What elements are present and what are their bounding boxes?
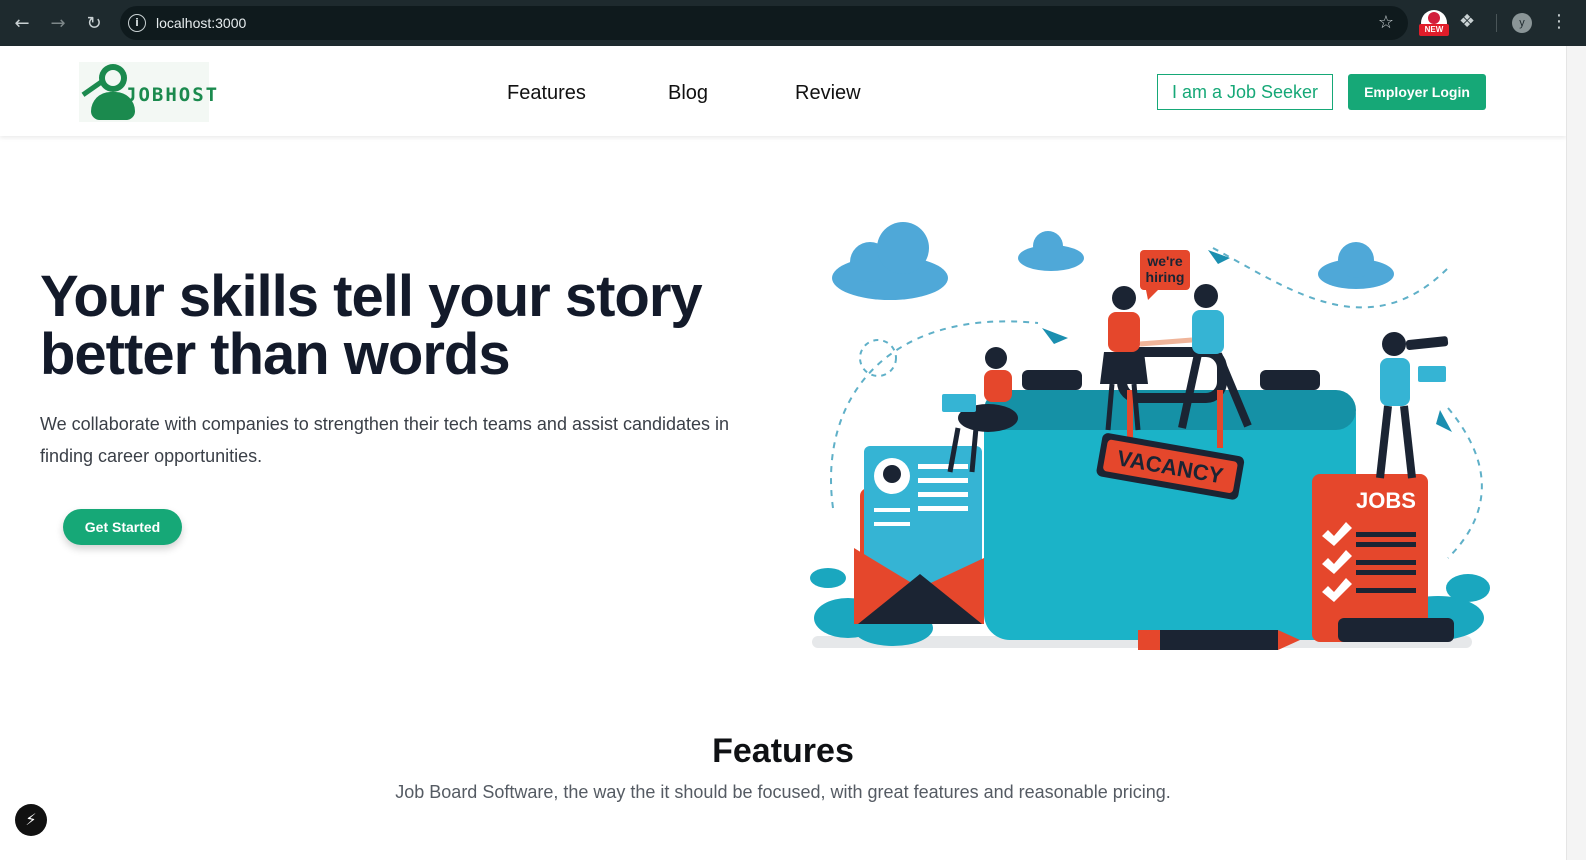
- reload-icon[interactable]: ↻: [76, 5, 112, 41]
- employer-login-button[interactable]: Employer Login: [1348, 74, 1486, 110]
- page-scrollbar[interactable]: [1566, 46, 1586, 860]
- suitcase-latch: [1022, 370, 1082, 390]
- logo-person-head: [99, 64, 127, 92]
- hero-title-line-1: Your skills tell your story: [40, 264, 703, 329]
- address-bar[interactable]: i localhost:3000 ☆: [120, 6, 1408, 40]
- nav-blog[interactable]: Blog: [668, 82, 708, 105]
- extension-new-badge: NEW: [1419, 24, 1449, 36]
- dev-tools-lightning-icon[interactable]: ⚡: [15, 804, 47, 836]
- jobhost-logo[interactable]: JOBHOST: [79, 62, 217, 122]
- resume-envelope: [854, 446, 984, 624]
- forward-arrow-icon[interactable]: →: [40, 5, 76, 41]
- cloud-icon: [1318, 242, 1394, 289]
- dashed-loop: [859, 339, 897, 377]
- toolbar-divider: [1496, 14, 1497, 32]
- paper-plane-icon: [1208, 250, 1230, 264]
- suitcase-latch: [1260, 370, 1320, 390]
- hiring-illustration: VACANCY we're hiring JOBS: [810, 222, 1490, 650]
- profile-avatar[interactable]: y: [1512, 13, 1532, 33]
- address-url[interactable]: localhost:3000: [156, 15, 246, 31]
- extension-new-icon[interactable]: NEW: [1419, 10, 1449, 36]
- pencil-shape: [1138, 630, 1300, 650]
- hiring-text-line-1: we're: [1146, 253, 1182, 269]
- bookmark-star-icon[interactable]: ☆: [1378, 12, 1394, 33]
- extensions-puzzle-icon[interactable]: ❖: [1459, 11, 1475, 32]
- job-seeker-button[interactable]: I am a Job Seeker: [1157, 74, 1333, 110]
- browser-menu-icon[interactable]: ⋮: [1550, 11, 1568, 32]
- paper-plane-icon: [1042, 328, 1068, 344]
- back-arrow-icon[interactable]: ←: [4, 5, 40, 41]
- logo-text: JOBHOST: [125, 84, 220, 106]
- hero-title: Your skills tell your story better than …: [40, 268, 760, 384]
- hiring-text-line-2: hiring: [1146, 269, 1185, 285]
- hiring-speech-bubble: we're hiring: [1140, 250, 1190, 300]
- man-with-telescope: [1376, 332, 1449, 479]
- site-info-icon[interactable]: i: [128, 14, 146, 32]
- paper-plane-icon: [1436, 410, 1452, 432]
- jobs-label: JOBS: [1356, 488, 1416, 513]
- nav-review[interactable]: Review: [795, 82, 861, 105]
- features-heading: Features: [712, 732, 854, 770]
- features-subtitle: Job Board Software, the way the it shoul…: [395, 782, 1171, 802]
- cloud-icon: [832, 222, 948, 300]
- get-started-button[interactable]: Get Started: [63, 509, 182, 545]
- page: JOBHOST Features Blog Review I am a Job …: [0, 46, 1566, 860]
- cloud-icon: [1018, 231, 1084, 271]
- browser-toolbar: ← → ↻ i localhost:3000 ☆ NEW ❖ y ⋮: [0, 0, 1586, 46]
- hero-subtitle: We collaborate with companies to strengt…: [40, 414, 730, 466]
- hero-title-line-2: better than words: [40, 322, 511, 387]
- site-header: JOBHOST Features Blog Review I am a Job …: [0, 46, 1566, 136]
- extension-dot: [1428, 12, 1440, 24]
- nav-features[interactable]: Features: [507, 82, 586, 105]
- dashed-path: [1447, 407, 1483, 559]
